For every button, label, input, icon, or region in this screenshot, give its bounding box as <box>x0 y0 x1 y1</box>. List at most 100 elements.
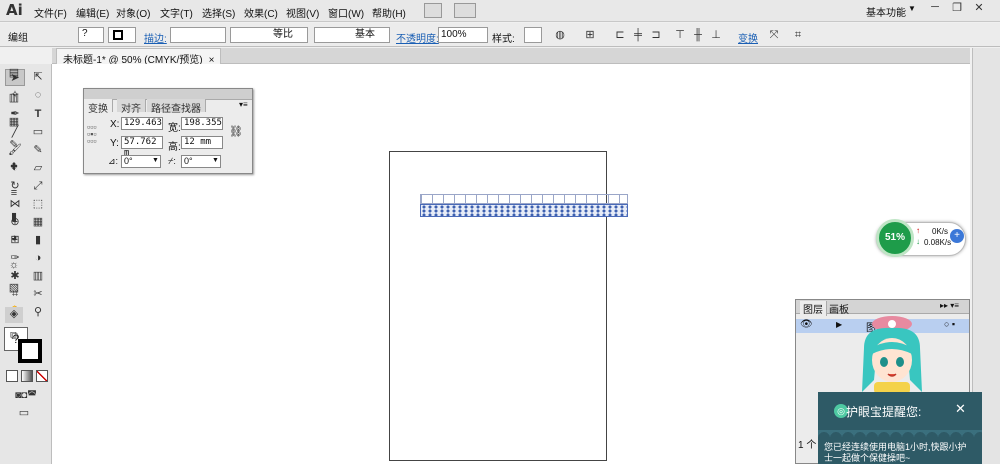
layers-panel-icon[interactable]: ◈ <box>5 307 23 323</box>
bridge-icon[interactable] <box>424 3 442 18</box>
stroke-swatch[interactable] <box>108 27 136 43</box>
upload-speed: 0K/s <box>932 227 949 236</box>
menu-view[interactable]: 视图(V) <box>286 5 319 20</box>
eraser-tool-icon[interactable]: ▱ <box>28 160 48 177</box>
panel-menu-icon[interactable]: ▸▸ ▾≡ <box>940 301 959 310</box>
stroke-link[interactable]: 描边: <box>144 30 167 45</box>
gradient-panel-icon[interactable]: ▮ <box>5 210 23 226</box>
nurse-mascot-image <box>862 316 922 394</box>
menu-select[interactable]: 选择(S) <box>202 5 235 20</box>
artboards-panel-icon[interactable]: ⧉ <box>5 330 23 346</box>
expand-triangle-icon[interactable]: ▶ <box>836 320 842 329</box>
menu-window[interactable]: 窗口(W) <box>328 5 364 20</box>
stroke-weight-field[interactable] <box>170 27 226 43</box>
width-field[interactable]: 198.355 <box>181 117 223 130</box>
more-options-icon[interactable]: ⌗ <box>790 27 806 43</box>
lasso-tool-icon[interactable]: ◌ <box>28 87 48 104</box>
restore-icon[interactable]: ❐ <box>946 1 968 16</box>
width-label: 宽: <box>168 123 181 134</box>
style-label: 样式: <box>492 34 515 45</box>
constrain-proportions-icon[interactable]: ⛓ <box>229 125 243 138</box>
document-tab[interactable]: 未标题-1* @ 50% (CMYK/预览) × <box>56 48 222 66</box>
swatches-panel-icon[interactable]: ▦ <box>5 115 23 131</box>
chevron-down-icon[interactable]: ▼ <box>212 157 219 164</box>
graphic-style-swatch[interactable] <box>524 27 542 43</box>
color-mode-icon[interactable] <box>6 370 18 382</box>
symbols-panel-icon[interactable]: ♣ <box>5 160 23 176</box>
align-left-icon[interactable]: ⊏ <box>612 27 628 43</box>
screen-mode-icon[interactable]: ▭ <box>14 405 34 422</box>
reference-point-icon[interactable]: ▫▫▫ ▫▪▫ ▫▫▫ <box>87 123 97 146</box>
tab-align[interactable]: 对齐 <box>117 99 146 115</box>
color-panel-icon[interactable]: ▤ <box>5 66 23 82</box>
menu-object[interactable]: 对象(O) <box>116 5 150 20</box>
type-tool-icon[interactable]: T <box>28 106 48 123</box>
live-paint-tool-icon[interactable]: ▦ <box>28 214 48 231</box>
menu-effect[interactable]: 效果(C) <box>244 5 278 20</box>
reminder-message: 您已经连续使用电脑1小时,快跟小护士一起做个保健操吧~ <box>824 442 967 463</box>
graphic-styles-icon[interactable]: ▧ <box>5 281 23 297</box>
download-arrow-icon: ↓ <box>916 237 920 246</box>
opacity-field[interactable]: 100% <box>438 27 488 43</box>
tab-transform[interactable]: 变换 <box>84 99 113 115</box>
align-center-icon[interactable]: ╪ <box>630 27 646 43</box>
chevron-down-icon[interactable]: ▼ <box>908 4 916 13</box>
upload-arrow-icon: ↑ <box>916 226 920 235</box>
appearance-panel-icon[interactable]: ☼ <box>5 259 23 275</box>
align-middle-icon[interactable]: ╫ <box>690 27 706 43</box>
menu-type[interactable]: 文字(T) <box>160 5 193 20</box>
panel-menu-icon[interactable]: ▾≡ <box>239 100 248 109</box>
menu-edit[interactable]: 编辑(E) <box>76 5 109 20</box>
zoom-tool-icon[interactable]: ⚲ <box>28 304 48 321</box>
align-to-icon[interactable]: ⊞ <box>582 27 598 43</box>
y-label: Y: <box>110 138 119 149</box>
transparency-panel-icon[interactable]: ◕ <box>5 232 23 248</box>
scale-tool-icon[interactable]: ⤢ <box>28 178 48 195</box>
visibility-eye-icon[interactable]: 👁 <box>800 319 813 330</box>
free-transform-tool-icon[interactable]: ⬚ <box>28 196 48 213</box>
tab-layers[interactable]: 图层 <box>800 301 827 316</box>
opacity-link[interactable]: 不透明度: <box>396 30 439 45</box>
tab-artboards[interactable]: 画板 <box>826 301 852 316</box>
target-icon[interactable]: ○ ▪ <box>944 319 955 329</box>
color-guide-icon[interactable]: ▥ <box>5 91 23 107</box>
blend-tool-icon[interactable]: ◑ <box>28 250 48 267</box>
column-graph-tool-icon[interactable]: ▥ <box>28 268 48 285</box>
cpu-usage-circle[interactable]: 51% <box>876 219 914 257</box>
brushes-panel-icon[interactable]: ✎ <box>5 138 23 154</box>
slice-tool-icon[interactable]: ✂ <box>28 286 48 303</box>
height-field[interactable]: 12 mm <box>181 136 223 149</box>
pencil-tool-icon[interactable]: ✎ <box>28 142 48 159</box>
boost-icon[interactable]: + <box>950 229 964 243</box>
selected-pattern-object[interactable] <box>420 204 628 217</box>
menu-help[interactable]: 帮助(H) <box>372 5 406 20</box>
transform-link[interactable]: 变换 <box>738 30 758 45</box>
stroke-panel-icon[interactable]: ≡ <box>5 187 23 203</box>
recolor-icon[interactable]: ◍ <box>552 27 568 43</box>
minimize-icon[interactable]: ─ <box>924 1 946 16</box>
isolate-icon[interactable]: ⤧ <box>766 27 782 43</box>
tab-pathfinder[interactable]: 路径查找器 <box>147 99 206 115</box>
x-field[interactable]: 129.463 <box>121 117 163 130</box>
app-logo: Ai <box>6 1 23 19</box>
close-icon[interactable]: ✕ <box>968 1 990 16</box>
fill-swatch[interactable]: ? <box>78 27 104 43</box>
brush-definition[interactable]: 基本 <box>314 27 390 43</box>
direct-selection-tool-icon[interactable]: ⇱ <box>28 69 48 86</box>
chevron-down-icon[interactable]: ▼ <box>152 157 159 164</box>
menu-file[interactable]: 文件(F) <box>34 5 67 20</box>
y-field[interactable]: 57.762 m <box>121 136 163 158</box>
workspace-switcher[interactable]: 基本功能 <box>866 4 906 19</box>
align-bottom-icon[interactable]: ⊥ <box>708 27 724 43</box>
arrange-documents-icon[interactable] <box>454 3 476 18</box>
align-right-icon[interactable]: ⊐ <box>648 27 664 43</box>
rectangle-tool-icon[interactable]: ▭ <box>28 124 48 141</box>
align-top-icon[interactable]: ⊤ <box>672 27 688 43</box>
selected-grid-object[interactable] <box>420 194 628 204</box>
gradient-mode-icon[interactable] <box>21 370 33 382</box>
drawing-modes-icon[interactable]: ◙◘◚ <box>5 387 47 404</box>
close-icon[interactable]: ✕ <box>955 401 966 417</box>
none-mode-icon[interactable] <box>36 370 48 382</box>
gradient-tool-icon[interactable]: ▮ <box>28 232 48 249</box>
variable-width-profile[interactable]: 等比 <box>230 27 308 43</box>
